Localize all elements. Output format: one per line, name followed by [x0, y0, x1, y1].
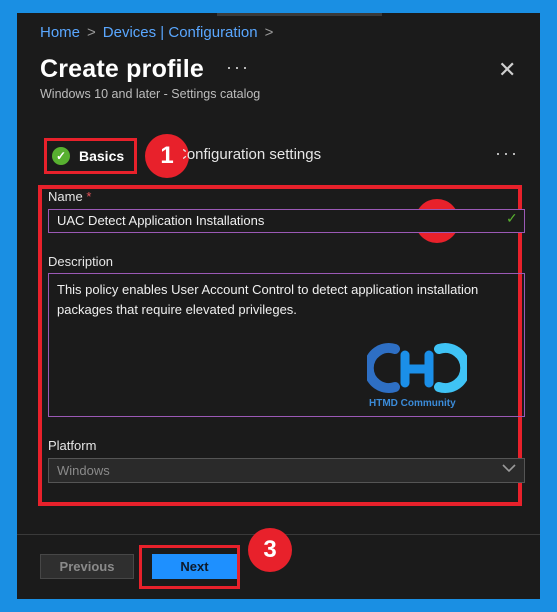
- platform-select[interactable]: Windows: [48, 458, 525, 483]
- previous-button[interactable]: Previous: [40, 554, 134, 579]
- close-icon[interactable]: ✕: [498, 57, 516, 83]
- tab-more-icon[interactable]: ···: [495, 143, 519, 164]
- tab-configuration-settings[interactable]: Configuration settings: [183, 146, 321, 163]
- more-options-icon[interactable]: ···: [226, 57, 250, 78]
- breadcrumb-devices-configuration[interactable]: Devices | Configuration: [103, 24, 258, 41]
- create-profile-panel: Home > Devices | Configuration > Create pro…: [17, 13, 540, 599]
- breadcrumb-home[interactable]: Home: [40, 24, 80, 41]
- chevron-right-icon: >: [264, 24, 274, 41]
- tab-basics[interactable]: ✓ Basics: [44, 138, 137, 174]
- description-label: Description: [48, 254, 114, 269]
- tab-basics-label: Basics: [79, 148, 125, 164]
- next-button[interactable]: Next: [152, 554, 237, 579]
- htmd-logo-icon: [367, 343, 467, 393]
- required-indicator: *: [86, 189, 92, 204]
- step-badge-3: 3: [248, 528, 292, 572]
- page-subtitle: Windows 10 and later - Settings catalog: [40, 87, 261, 101]
- valid-check-icon: ✓: [506, 210, 518, 226]
- watermark-text: HTMD Community: [369, 398, 456, 409]
- name-field[interactable]: UAC Detect Application Installations: [48, 209, 525, 233]
- page-title: Create profile: [40, 55, 204, 83]
- breadcrumb: Home > Devices | Configuration >: [40, 24, 280, 41]
- step-badge-1: 1: [145, 134, 189, 178]
- top-scroll-indicator: [217, 13, 382, 16]
- name-label: Name *: [48, 189, 92, 204]
- chevron-down-icon: [502, 462, 516, 476]
- chevron-right-icon: >: [87, 24, 96, 41]
- platform-label: Platform: [48, 438, 97, 453]
- checkmark-circle-icon: ✓: [52, 147, 70, 165]
